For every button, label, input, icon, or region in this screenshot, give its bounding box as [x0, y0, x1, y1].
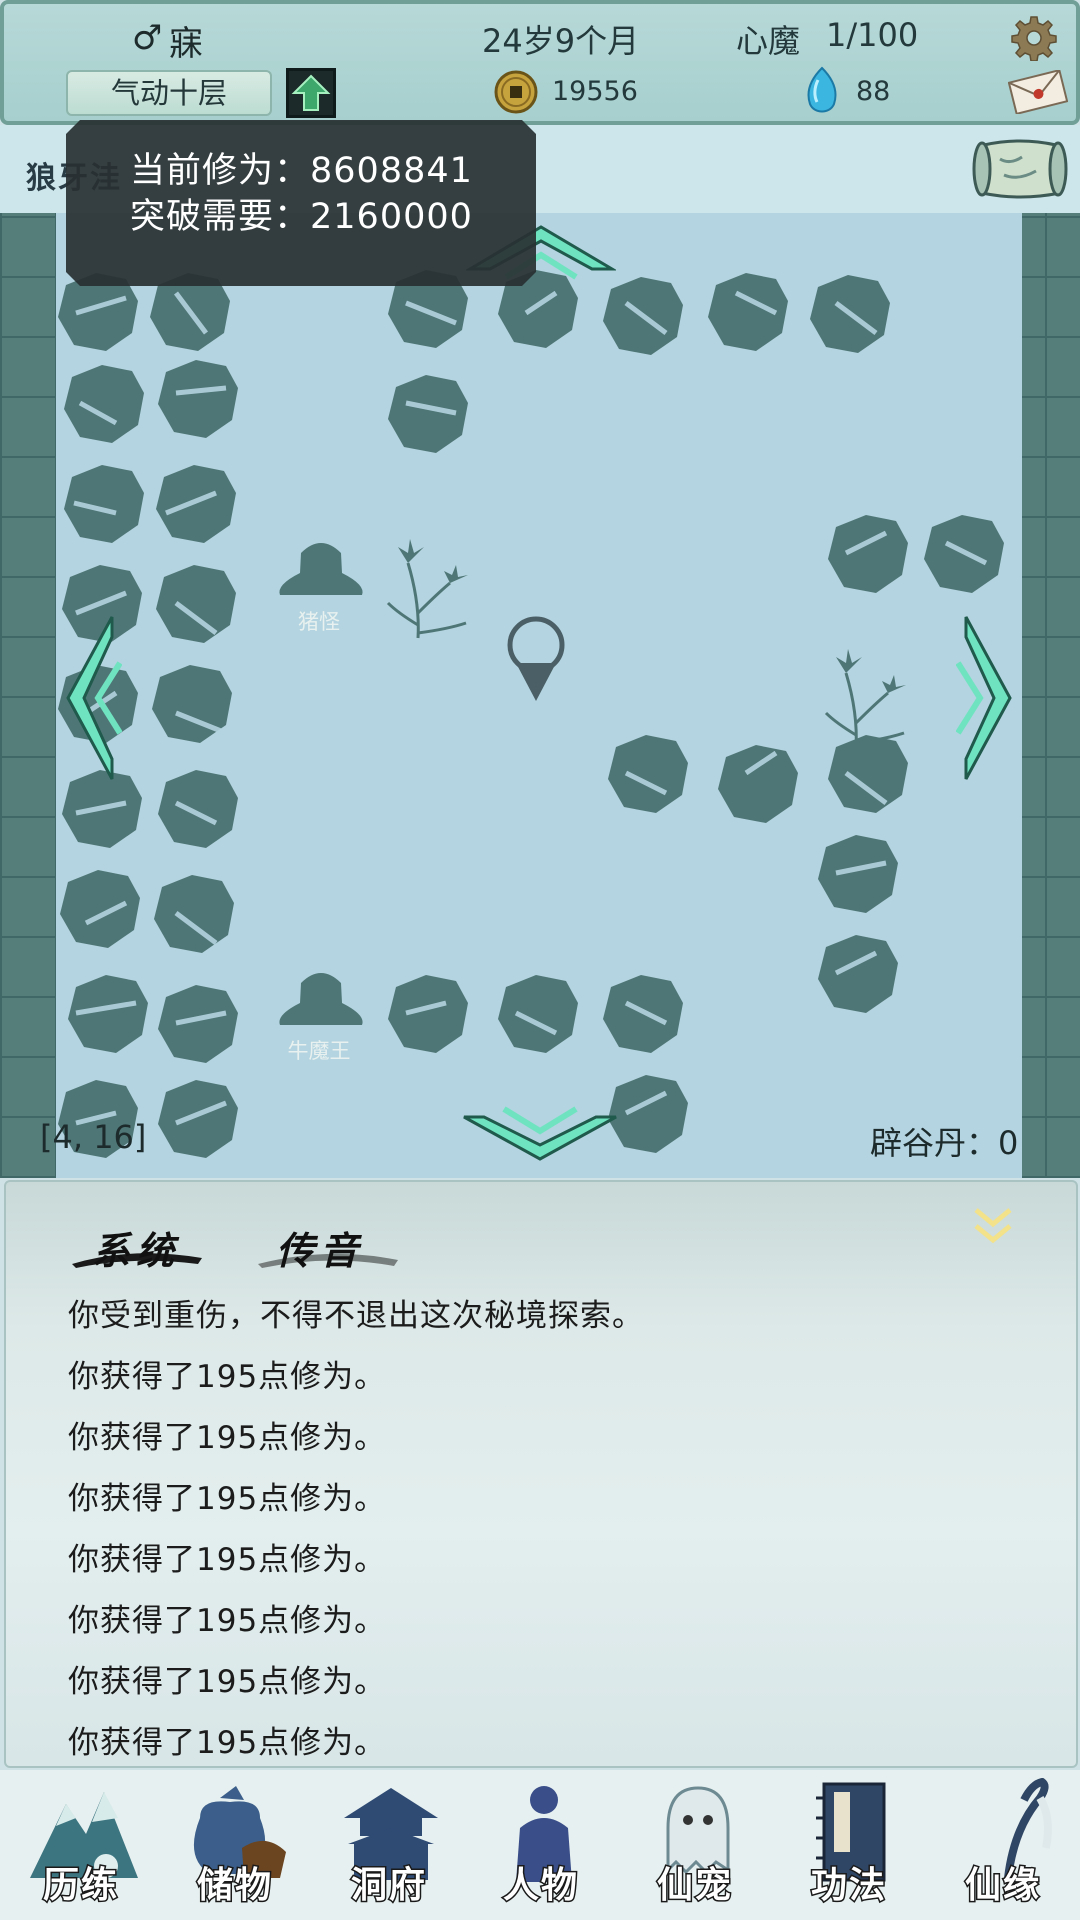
current-cultivation-value: 8608841 — [310, 151, 473, 191]
breakthrough-label: 突破需要： — [130, 197, 311, 237]
cultivation-tooltip: 当前修为：8608841 突破需要：2160000 — [66, 120, 536, 286]
up-arrow-icon — [291, 74, 331, 111]
coin-count: 19556 — [552, 76, 638, 107]
nav-character[interactable]: 人物 — [466, 1770, 616, 1920]
nav-label: 储物 — [195, 1863, 273, 1908]
nav-label: 洞府 — [349, 1863, 427, 1908]
bottom-nav: 历练 储物 洞府 人物 仙宠 功法 仙缘 — [0, 1770, 1080, 1920]
spirit-stone-count: 88 — [856, 76, 891, 107]
upgrade-button[interactable] — [286, 68, 336, 118]
log-message: 你获得了195点修为。 — [68, 1542, 387, 1578]
mail-icon[interactable] — [1008, 70, 1068, 114]
log-message: 你获得了195点修为。 — [68, 1481, 387, 1517]
nav-label: 人物 — [501, 1863, 579, 1908]
gear-icon[interactable] — [1010, 14, 1058, 62]
log-message: 你获得了195点修为。 — [68, 1420, 387, 1456]
nav-fate[interactable]: 仙缘 — [928, 1770, 1078, 1920]
enemy-label: 牛魔王 — [287, 1039, 351, 1063]
breakthrough-required: 突破需要：2160000 — [130, 194, 536, 240]
enemy-label: 猪怪 — [298, 610, 340, 634]
map-frame: 猪怪 牛魔王 — [0, 213, 1080, 1178]
nav-label: 历练 — [41, 1863, 119, 1908]
tab-system[interactable]: 系统 — [92, 1220, 180, 1275]
nav-spirit-pet[interactable]: 仙宠 — [620, 1770, 770, 1920]
nav-storage[interactable]: 储物 — [160, 1770, 310, 1920]
herb-icon[interactable] — [378, 533, 488, 643]
current-cultivation: 当前修为：8608841 — [130, 148, 536, 194]
log-message: 你获得了195点修为。 — [68, 1725, 387, 1761]
herb-icon[interactable] — [816, 643, 926, 753]
tab-voice[interactable]: 传音 — [276, 1220, 364, 1275]
nav-label: 仙缘 — [963, 1863, 1041, 1908]
spirit-stone-icon — [807, 66, 837, 113]
current-cultivation-label: 当前修为： — [130, 151, 311, 191]
pill-value: 0 — [998, 1124, 1019, 1162]
dungeon-map[interactable]: 猪怪 牛魔王 — [56, 213, 1022, 1178]
nav-techniques[interactable]: 功法 — [774, 1770, 924, 1920]
nav-label: 功法 — [809, 1863, 887, 1908]
status-bar: ♂ 寐 24岁9个月 心魔 1/100 气动十层 19556 88 — [0, 0, 1080, 125]
gender-icon: ♂ — [132, 18, 163, 58]
xinmo-value: 1/100 — [826, 16, 919, 54]
realm-badge: 气动十层 — [66, 70, 272, 116]
copper-coin-icon — [494, 70, 538, 114]
player-location-marker-icon — [507, 616, 565, 701]
move-left-arrow-icon[interactable] — [62, 613, 122, 783]
chevron-double-down-icon[interactable] — [970, 1202, 1016, 1248]
move-down-arrow-icon[interactable] — [460, 1105, 620, 1165]
message-log: 系统 传音 你受到重伤，不得不退出这次秘境探索。 你获得了195点修为。 你获得… — [4, 1180, 1078, 1768]
player-age: 24岁9个月 — [482, 22, 640, 60]
log-message: 你获得了195点修为。 — [68, 1603, 387, 1639]
pill-label: 辟谷丹： — [870, 1124, 999, 1162]
player-name: 寐 — [169, 24, 203, 64]
xinmo-label: 心魔 — [736, 22, 801, 60]
nav-cave-residence[interactable]: 洞府 — [314, 1770, 464, 1920]
log-message: 你受到重伤，不得不退出这次秘境探索。 — [68, 1298, 644, 1334]
nav-label: 仙宠 — [655, 1863, 733, 1908]
scroll-map-icon[interactable] — [970, 135, 1070, 207]
pill-counter: 辟谷丹：0 — [870, 1118, 1018, 1164]
breakthrough-value: 2160000 — [310, 197, 473, 237]
log-message: 你获得了195点修为。 — [68, 1664, 387, 1700]
map-coordinates: [4, 16] — [40, 1118, 147, 1156]
move-right-arrow-icon[interactable] — [956, 613, 1016, 783]
log-message: 你获得了195点修为。 — [68, 1359, 387, 1395]
nav-training[interactable]: 历练 — [6, 1770, 156, 1920]
